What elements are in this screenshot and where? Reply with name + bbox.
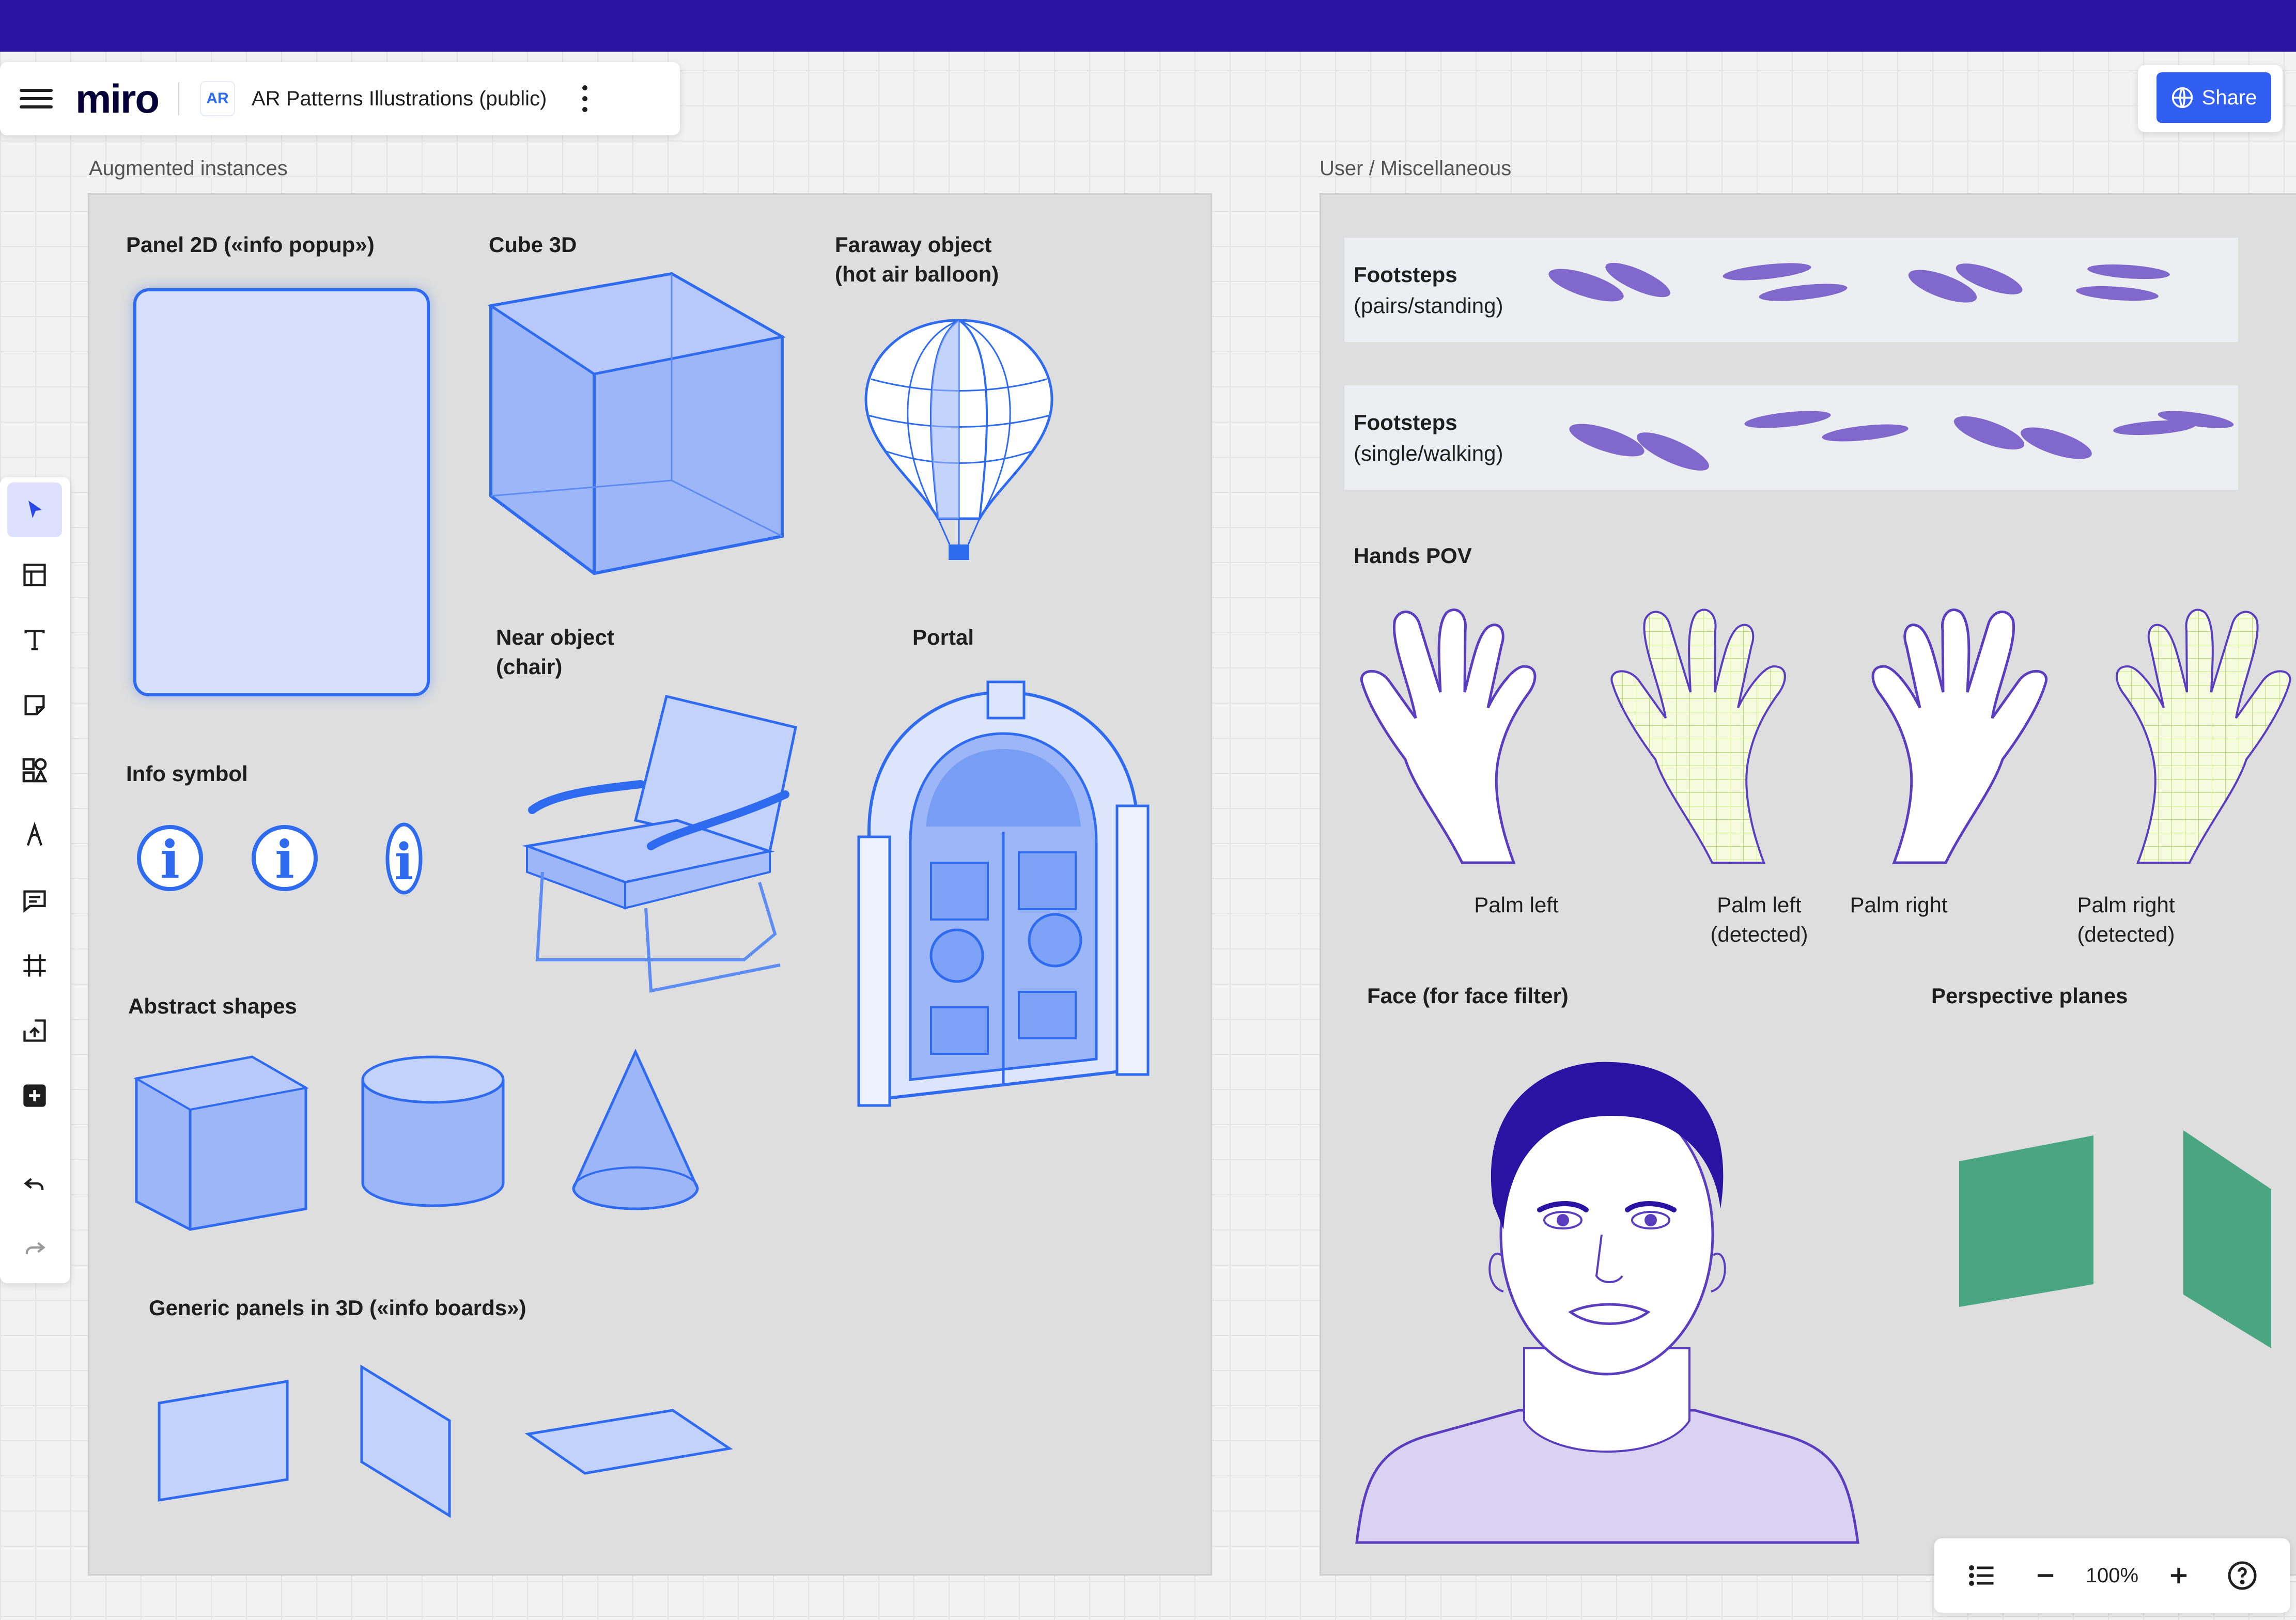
zoom-bar: 100% [1934, 1538, 2290, 1613]
help-icon [2228, 1561, 2257, 1590]
label-footsteps-single-sub: (single/walking) [1354, 441, 1503, 465]
generic-panel-side[interactable] [359, 1364, 453, 1519]
label-perspective-planes: Perspective planes [1931, 984, 2128, 1008]
template-icon [23, 564, 46, 586]
label-palm-right-detected: Palm right (detected) [2077, 893, 2175, 946]
select-tool[interactable] [7, 482, 62, 537]
miro-logo: miro [75, 75, 160, 121]
frame-title-augmented[interactable]: Augmented instances [89, 157, 288, 180]
label-generic-panels: Generic panels in 3D («info boards») [149, 1296, 526, 1320]
upload-tool[interactable] [7, 1003, 62, 1058]
face-illustration[interactable] [1354, 1059, 1862, 1545]
label-palm-right: Palm right [1850, 893, 1948, 917]
board-icon: AR [200, 81, 236, 116]
cube-3d-illustration[interactable] [486, 272, 786, 579]
hot-air-balloon-illustration[interactable] [861, 317, 1057, 565]
comment-tool[interactable] [7, 873, 62, 928]
left-toolbar [0, 477, 70, 1283]
label-portal: Portal [912, 625, 974, 649]
share-card: Share [2138, 65, 2283, 132]
hand-palm-left-detected[interactable] [1609, 604, 1805, 868]
frame-icon [23, 954, 46, 977]
cursor-icon [28, 501, 42, 518]
label-cube-3d: Cube 3D [489, 232, 577, 257]
info-icon[interactable]: i [250, 823, 319, 893]
undo-icon [24, 1178, 44, 1190]
list-icon [1968, 1565, 1994, 1586]
svg-text:i: i [160, 829, 180, 890]
label-near-object: Near object (chair) [496, 625, 614, 679]
sticky-note-tool[interactable] [7, 678, 62, 733]
label-faraway-object: Faraway object (hot air balloon) [835, 232, 999, 286]
hand-palm-left[interactable] [1359, 604, 1555, 868]
footsteps-walking-illustration[interactable] [1560, 401, 2237, 473]
header-divider [178, 82, 180, 115]
label-palm-left-detected: Palm left (detected) [1710, 893, 1808, 946]
svg-text:i: i [275, 829, 294, 890]
label-footsteps-pairs: Footsteps [1354, 262, 1457, 287]
label-footsteps-pairs-sub: (pairs/standing) [1354, 293, 1503, 318]
label-info-symbol: Info symbol [126, 761, 248, 786]
label-panel-2d: Panel 2D («info popup») [126, 232, 375, 257]
globe-icon [2171, 87, 2193, 108]
plus-square-icon [23, 1084, 46, 1107]
more-apps-tool[interactable] [7, 1068, 62, 1123]
hand-palm-right[interactable] [1853, 604, 2049, 868]
upload-icon [23, 1019, 46, 1042]
text-icon [24, 630, 45, 650]
info-icon[interactable]: i [135, 823, 205, 893]
pen-tool[interactable] [7, 808, 62, 863]
perspective-plane-right[interactable] [2182, 1129, 2272, 1349]
zoom-out-button[interactable] [2022, 1552, 2069, 1599]
board-more-icon[interactable] [580, 82, 590, 115]
label-footsteps-single: Footsteps [1354, 410, 1457, 434]
top-accent-strip [0, 0, 2296, 52]
label-hands-pov: Hands POV [1354, 543, 1472, 568]
generic-panel-front[interactable] [156, 1378, 291, 1503]
minus-icon [2037, 1574, 2053, 1577]
templates-tool[interactable] [7, 548, 62, 602]
sticky-note-icon [24, 695, 45, 715]
hand-palm-right-detected[interactable] [2097, 604, 2293, 868]
share-button[interactable]: Share [2157, 72, 2271, 123]
abstract-cone-shape[interactable] [570, 1048, 701, 1214]
plus-icon [2171, 1567, 2187, 1584]
redo-button[interactable] [7, 1221, 62, 1276]
abstract-cube-shape[interactable] [133, 1054, 309, 1233]
abstract-cylinder-shape[interactable] [360, 1054, 506, 1209]
text-tool[interactable] [7, 613, 62, 667]
main-menu-icon[interactable] [20, 85, 53, 113]
perspective-plane-left[interactable] [1958, 1134, 2096, 1308]
zoom-in-button[interactable] [2155, 1552, 2202, 1599]
comment-icon [23, 890, 46, 913]
label-abstract-shapes: Abstract shapes [128, 994, 297, 1018]
board-list-button[interactable] [1959, 1552, 2005, 1599]
svg-text:i: i [395, 833, 413, 891]
frame-tool[interactable] [7, 938, 62, 993]
board-header: miro AR AR Patterns Illustrations (publi… [0, 62, 680, 135]
generic-panel-floor[interactable] [524, 1407, 733, 1476]
board-title[interactable]: AR Patterns Illustrations (public) [252, 87, 547, 111]
undo-button[interactable] [7, 1157, 62, 1212]
footsteps-pairs-illustration[interactable] [1545, 253, 2216, 320]
shapes-tool[interactable] [7, 743, 62, 798]
chair-illustration[interactable] [522, 691, 801, 1001]
frame-title-user-misc[interactable]: User / Miscellaneous [1320, 157, 1511, 180]
portal-illustration[interactable] [854, 677, 1153, 1116]
label-palm-left: Palm left [1474, 893, 1559, 917]
shapes-icon [22, 758, 48, 783]
info-icon-side[interactable]: i [383, 821, 425, 898]
panel-2d-illustration[interactable] [133, 288, 430, 696]
redo-icon [25, 1242, 45, 1254]
label-face: Face (for face filter) [1367, 984, 1569, 1008]
pen-icon [26, 821, 43, 846]
share-label: Share [2201, 86, 2257, 109]
zoom-level[interactable]: 100% [2086, 1564, 2138, 1587]
help-button[interactable] [2219, 1552, 2266, 1599]
